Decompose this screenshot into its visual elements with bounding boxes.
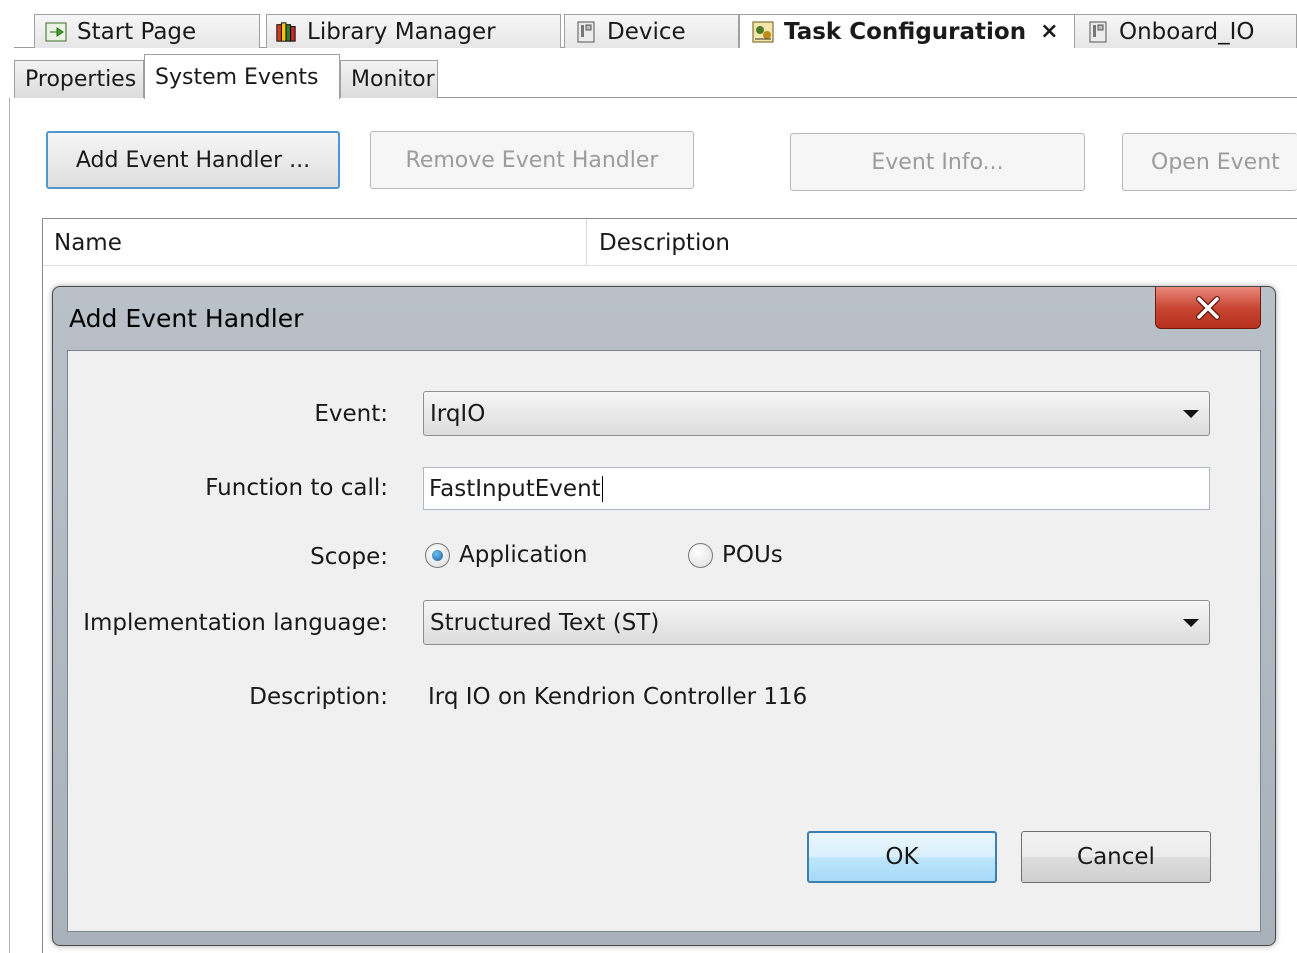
task-configuration-icon	[752, 21, 774, 43]
device-icon	[1087, 21, 1109, 43]
scope-radio-application[interactable]: Application	[425, 542, 588, 568]
remove-event-handler-button[interactable]: Remove Event Handler	[370, 131, 694, 189]
dropdown-arrow-icon	[1183, 619, 1199, 627]
panel-left-border	[9, 98, 10, 953]
dialog-close-button[interactable]	[1155, 287, 1261, 329]
editor-tab-strip: Start Page Library Manager Device Task C…	[14, 12, 1297, 48]
add-event-handler-button[interactable]: Add Event Handler ...	[46, 131, 340, 189]
tab-monitor[interactable]: Monitor	[340, 60, 438, 98]
function-to-call-input[interactable]: FastInputEvent	[423, 467, 1210, 510]
tab-system-events[interactable]: System Events	[144, 54, 340, 99]
tab-device[interactable]: Device	[564, 14, 739, 48]
tab-task-configuration[interactable]: Task Configuration ×	[739, 14, 1079, 48]
description-label: Description:	[249, 684, 388, 710]
scope-label: Scope:	[310, 544, 388, 570]
description-value: Irq IO on Kendrion Controller 116	[428, 684, 808, 710]
event-info-button[interactable]: Event Info...	[790, 133, 1085, 191]
tab-start-page[interactable]: Start Page	[34, 14, 260, 48]
event-value: IrqIO	[430, 400, 486, 427]
tab-properties[interactable]: Properties	[14, 60, 144, 98]
scope-radio-pous[interactable]: POUs	[688, 542, 783, 568]
function-to-call-value: FastInputEvent	[429, 475, 601, 502]
dialog-body: Event: IrqIO Function to call: FastInput…	[67, 350, 1261, 932]
event-table-header: Name Description	[42, 218, 1297, 266]
cancel-button[interactable]: Cancel	[1021, 831, 1211, 883]
open-event-button[interactable]: Open Event	[1122, 133, 1297, 191]
sub-tab-strip: Properties System Events Monitor	[14, 54, 1297, 99]
start-page-icon	[45, 21, 67, 43]
column-header-name[interactable]: Name	[54, 219, 122, 266]
dialog-title: Add Event Handler	[69, 304, 304, 333]
implementation-language-value: Structured Text (ST)	[430, 609, 660, 636]
radio-selected-icon	[425, 542, 450, 568]
text-caret	[601, 475, 603, 502]
implementation-language-combobox[interactable]: Structured Text (ST)	[423, 600, 1210, 645]
close-icon	[1196, 295, 1220, 320]
column-header-description[interactable]: Description	[599, 219, 730, 266]
event-combobox[interactable]: IrqIO	[423, 391, 1210, 436]
close-tab-icon[interactable]: ×	[1040, 19, 1058, 44]
tab-onboard-io[interactable]: Onboard_IO	[1074, 14, 1297, 48]
ok-button[interactable]: OK	[807, 831, 997, 883]
implementation-language-label: Implementation language:	[83, 610, 388, 636]
radio-unselected-icon	[688, 542, 713, 568]
device-icon	[575, 21, 597, 43]
dropdown-arrow-icon	[1183, 410, 1199, 418]
table-left-border	[42, 266, 43, 953]
add-event-handler-dialog: Add Event Handler Event: IrqIO Function …	[52, 286, 1276, 946]
tab-library-manager[interactable]: Library Manager	[266, 14, 561, 48]
function-to-call-label: Function to call:	[205, 475, 388, 501]
event-label: Event:	[314, 401, 388, 427]
library-books-icon	[275, 21, 297, 43]
